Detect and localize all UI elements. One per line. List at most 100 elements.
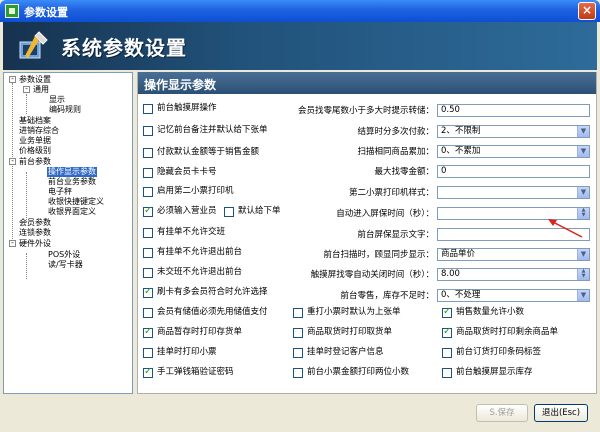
checkbox-checked[interactable]	[442, 326, 452, 338]
field-label: 扫描相同商品累加：	[357, 147, 434, 157]
low-stock-select[interactable]: 0、不处理 ▼	[437, 289, 590, 302]
title-bar: 参数设置 ×	[0, 0, 600, 22]
chevron-down-icon[interactable]: ▼	[577, 146, 589, 157]
checkbox-label: 会员有储值必须先用储值支付	[157, 307, 268, 317]
checkbox[interactable]	[143, 126, 153, 136]
checkbox-label: 手工弹钱箱验证密码	[157, 367, 234, 377]
checkbox[interactable]	[293, 308, 303, 318]
checkbox[interactable]	[143, 248, 153, 258]
field-label: 前台屏保显示文字：	[357, 230, 434, 240]
checkbox[interactable]	[143, 148, 153, 158]
tree-item-front-business[interactable]: 前台业务参数	[48, 177, 96, 187]
checkbox-label: 前台订货打印条码标签	[456, 347, 542, 357]
checkbox-label: 前台触摸屏显示库存	[456, 367, 533, 377]
checkbox[interactable]	[442, 348, 452, 358]
collapse-icon[interactable]: -	[23, 86, 30, 93]
chevron-down-icon[interactable]: ▼	[577, 126, 589, 137]
tree-item-scale[interactable]: 电子秤	[48, 187, 72, 197]
collapse-icon[interactable]: -	[9, 158, 16, 165]
checkbox[interactable]	[293, 348, 303, 358]
panel-header: 操作显示参数	[138, 72, 596, 94]
checkbox[interactable]	[143, 187, 153, 197]
checkbox-label: 销售数量允许小数	[456, 307, 525, 317]
checkbox[interactable]	[143, 104, 153, 114]
checkbox-checked[interactable]	[143, 326, 153, 338]
field-label: 第二小票打印机样式：	[348, 188, 434, 198]
exit-button[interactable]: 退出(Esc)	[534, 404, 588, 422]
touch-close-time-spinner[interactable]: 8.00 ▲ ▼	[437, 268, 590, 281]
field-label: 触摸屏找零自动关闭时间（秒）：	[310, 270, 434, 280]
customer-display-select[interactable]: 商品单价 ▼	[437, 248, 590, 261]
tree-item-cashier-ui[interactable]: 收银界面定义	[48, 207, 96, 217]
second-printer-style-select[interactable]: ▼	[437, 186, 590, 199]
max-change-input[interactable]: 0	[437, 165, 590, 178]
chevron-down-icon[interactable]: ▼	[577, 249, 589, 260]
tree-item-pos-devices[interactable]: POS外设	[48, 250, 80, 260]
checkbox-label: 付款默认金额等于销售金额	[157, 147, 260, 157]
checkbox-label: 启用第二小票打印机	[157, 186, 234, 196]
checkbox-checked[interactable]	[143, 286, 153, 298]
checkbox-checked[interactable]	[143, 366, 153, 378]
checkbox-label: 记忆前台备注并默认给下张单	[157, 125, 268, 135]
app-icon	[5, 4, 19, 18]
checkbox[interactable]	[143, 228, 153, 238]
field-label: 结算时分多次付款：	[357, 127, 434, 137]
checkbox-label: 挂单时登记客户信息	[307, 347, 384, 357]
checkbox-checked[interactable]	[143, 205, 153, 217]
annotation-arrow-icon	[548, 219, 583, 238]
chevron-down-icon[interactable]: ▼	[577, 187, 589, 198]
collapse-icon[interactable]: -	[9, 76, 16, 83]
tree-item-card-reader[interactable]: 读/写卡器	[48, 260, 83, 270]
checkbox-label: 前台小票金额打印两位小数	[307, 367, 410, 377]
window-title: 参数设置	[24, 6, 68, 19]
checkbox-label: 商品取货时打印取货单	[307, 327, 393, 337]
tree-item-code-rules[interactable]: 编码规则	[49, 105, 81, 115]
scan-accumulate-select[interactable]: 0、不累加 ▼	[437, 145, 590, 158]
checkbox-label: 前台触摸屏操作	[157, 103, 217, 113]
field-label: 前台零售，库存不足时：	[340, 291, 434, 301]
checkbox[interactable]	[143, 268, 153, 278]
checkbox-label: 重打小票时默认为上张单	[307, 307, 401, 317]
checkbox-label: 默认给下单	[238, 206, 281, 216]
spin-arrows-icon[interactable]: ▲ ▼	[577, 269, 589, 280]
checkbox-checked[interactable]	[442, 306, 452, 318]
checkbox[interactable]	[293, 368, 303, 378]
tree-item-front-params[interactable]: 前台参数	[19, 157, 51, 167]
checkbox-label: 刷卡有多会员符合时允许选择	[157, 287, 268, 297]
multi-payment-select[interactable]: 2、不限制 ▼	[437, 125, 590, 138]
save-button[interactable]: S.保存	[476, 404, 528, 422]
checkbox-label: 隐藏会员卡卡号	[157, 167, 217, 177]
checkbox[interactable]	[143, 308, 153, 318]
checkbox[interactable]	[143, 168, 153, 178]
change-threshold-input[interactable]: 0.50	[437, 104, 590, 117]
chevron-down-icon[interactable]: ▼	[577, 290, 589, 301]
collapse-icon[interactable]: -	[9, 240, 16, 247]
field-label: 前台扫描时，顾显同步显示：	[323, 250, 434, 260]
close-button[interactable]: ×	[578, 2, 596, 20]
banner-title: 系统参数设置	[61, 36, 187, 60]
tree-item-member-params[interactable]: 会员参数	[19, 218, 51, 228]
checkbox[interactable]	[442, 368, 452, 378]
tree-item-general[interactable]: 通用	[33, 85, 49, 95]
settings-tree[interactable]: - 参数设置 - 通用 显示 编码规则 基础档案 进销存综合 业务单据 价格级别…	[3, 72, 133, 394]
checkbox-label: 商品暂存时打印存货单	[157, 327, 243, 337]
checkbox[interactable]	[224, 207, 234, 217]
tree-item-shortcuts[interactable]: 收银快捷键定义	[48, 197, 104, 207]
checkbox[interactable]	[293, 328, 303, 338]
tree-item-documents[interactable]: 业务单据	[19, 136, 51, 146]
field-label: 自动进入屏保时间（秒）：	[336, 209, 434, 219]
checkbox-label: 未交班不允许退出前台	[157, 267, 243, 277]
tree-item-chain-params[interactable]: 连锁参数	[19, 228, 51, 238]
tree-item-price-levels[interactable]: 价格级别	[19, 146, 51, 156]
field-label: 最大找零金额：	[374, 167, 434, 177]
banner: 系统参数设置	[3, 22, 597, 70]
tree-item-operation-display[interactable]: 操作显示参数	[47, 167, 97, 177]
tree-item-basic-archive[interactable]: 基础档案	[19, 116, 51, 126]
checkbox[interactable]	[143, 348, 153, 358]
tree-item-inventory[interactable]: 进销存综合	[19, 126, 59, 136]
checkbox-label: 有挂单不允许交班	[157, 227, 226, 237]
tree-item-params[interactable]: 参数设置	[19, 75, 51, 85]
tree-item-hardware[interactable]: 硬件外设	[19, 239, 51, 249]
tree-item-display[interactable]: 显示	[49, 95, 65, 105]
checkbox-label: 挂单时打印小票	[157, 347, 217, 357]
